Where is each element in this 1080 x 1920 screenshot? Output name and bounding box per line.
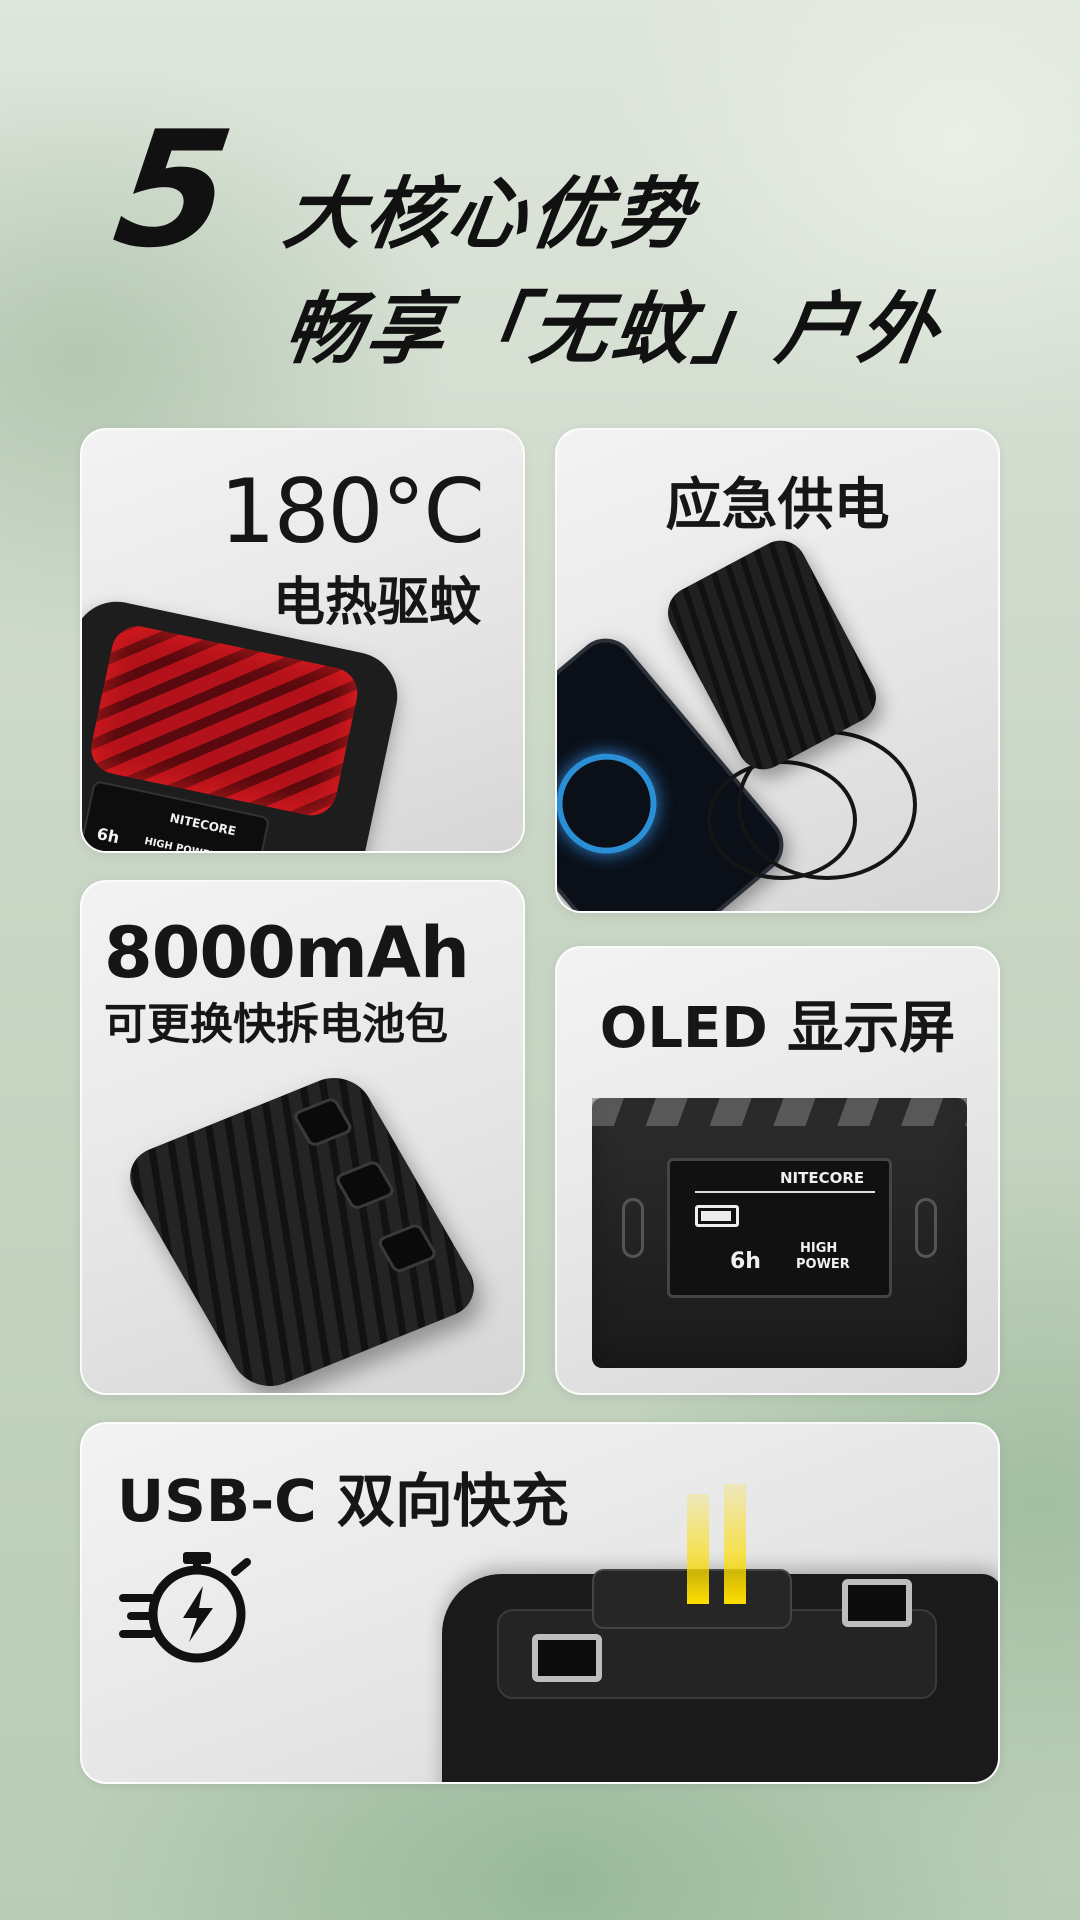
oled-mode-line1: HIGH [800, 1241, 838, 1256]
headline-line-1: 大核心优势 [278, 170, 702, 260]
charge-out-arrow [724, 1484, 746, 1604]
heating-title: 180°C [219, 460, 485, 563]
card-battery: 8000mAh 可更换快拆电池包 [80, 880, 525, 1395]
heating-subtitle: 电热驱蚊 [272, 573, 481, 633]
usb-a-port [532, 1634, 602, 1682]
device-vents [592, 1098, 967, 1126]
battery-level-icon [695, 1205, 739, 1227]
oled-device-image: NITECORE 6h HIGH POWER [592, 1098, 967, 1368]
heater-oled-brand: NITECORE [168, 810, 238, 839]
oled-hours: 6h [730, 1249, 761, 1274]
battery-port [291, 1096, 355, 1149]
power-title: 应急供电 [665, 473, 890, 538]
usb-a-port [842, 1579, 912, 1627]
battery-subtitle: 可更换快拆电池包 [104, 1000, 448, 1050]
battery-port [333, 1159, 397, 1212]
oled-screen: NITECORE 6h HIGH POWER [667, 1158, 892, 1298]
card-power: 应急供电 [555, 428, 1000, 913]
oled-title: OLED 显示屏 [599, 996, 956, 1061]
cable-loop [707, 760, 857, 880]
card-oled: OLED 显示屏 NITECORE 6h HIGH POWER [555, 946, 1000, 1395]
card-usb: USB-C 双向快充 [80, 1422, 1000, 1784]
usb-title: USB-C 双向快充 [117, 1467, 569, 1535]
battery-title: 8000mAh [104, 912, 470, 994]
oled-brand: NITECORE [780, 1169, 865, 1187]
card-heating: NITECORE 6h HIGH POWER 180°C 电热驱蚊 [80, 428, 525, 853]
battery-pack-image [117, 1067, 487, 1393]
heater-oled-mode: HIGH POWER [143, 835, 218, 853]
charging-ring [557, 733, 677, 875]
oled-mode-line2: POWER [796, 1257, 850, 1272]
battery-port [375, 1222, 439, 1275]
oled-divider [695, 1191, 875, 1193]
device-side-button [915, 1198, 937, 1258]
charge-in-arrow [687, 1494, 709, 1604]
headline-line-2: 畅享「无蚊」户外 [278, 285, 948, 375]
heater-oled-hours: 6h [95, 823, 122, 848]
headline: 5 大核心优势 畅享「无蚊」户外 [0, 0, 1080, 400]
usb-device-image [442, 1569, 998, 1782]
stopwatch-bolt-icon [119, 1552, 251, 1663]
headline-number: 5 [104, 96, 239, 283]
device-side-button [622, 1198, 644, 1258]
